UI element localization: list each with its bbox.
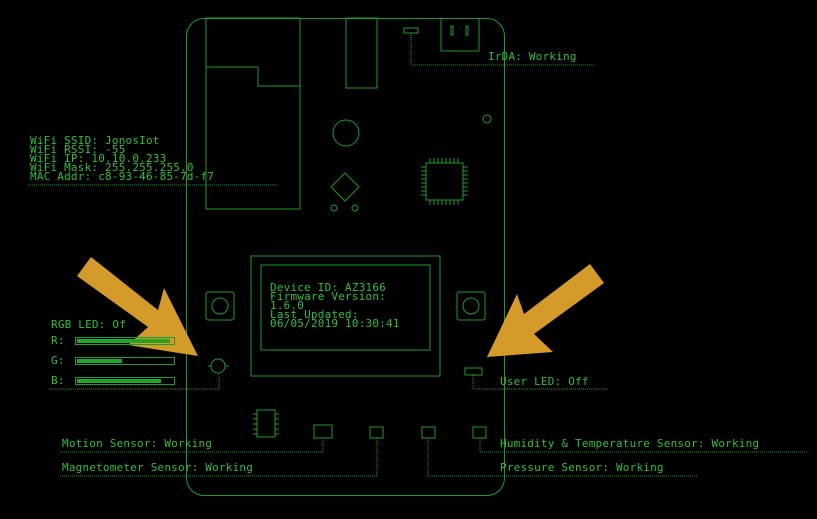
oled-line-5: 06/05/2019 10:30:41 (270, 317, 400, 330)
rgb-b-fill (77, 379, 161, 383)
magnetometer-sensor-status: Magnetometer Sensor: Working (62, 461, 254, 474)
pressure-sensor-status: Pressure Sensor: Working (500, 461, 664, 474)
rgb-r-bar[interactable] (75, 337, 175, 345)
rgb-g-fill (77, 359, 122, 363)
humidity-temperature-sensor-status: Humidity & Temperature Sensor: Working (500, 437, 760, 450)
rgb-b-bar[interactable] (75, 377, 175, 385)
motion-sensor-status: Motion Sensor: Working (62, 437, 213, 450)
rgb-b-label: B: (51, 374, 65, 387)
irda-status: IrDA: Working (488, 50, 577, 63)
mac-addr: MAC Addr: c8-93-46-85-7d-f7 (30, 170, 215, 183)
rgb-g-bar[interactable] (75, 357, 175, 365)
rgb-led-title: RGB LED: Of (51, 318, 127, 331)
user-led-status: User LED: Off (500, 375, 589, 388)
rgb-g-label: G: (51, 354, 65, 367)
rgb-r-label: R: (51, 334, 65, 347)
rgb-r-fill (77, 339, 170, 343)
